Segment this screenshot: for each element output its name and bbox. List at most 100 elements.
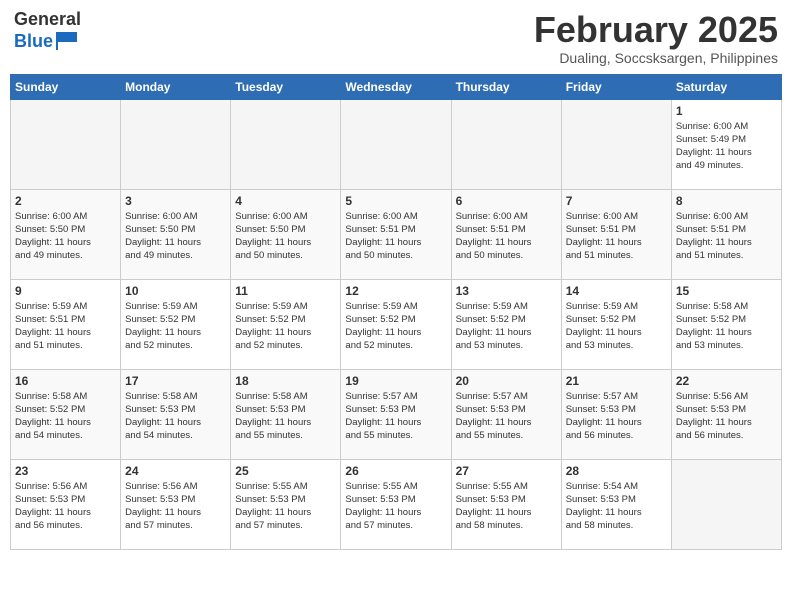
day-cell-4: 4 Sunrise: 6:00 AM Sunset: 5:50 PM Daylig… bbox=[231, 189, 341, 279]
weekday-header-saturday: Saturday bbox=[671, 74, 781, 99]
day-number: 7 bbox=[566, 194, 667, 208]
calendar-week-3: 9 Sunrise: 5:59 AM Sunset: 5:51 PM Daylig… bbox=[11, 279, 782, 369]
day-info: Sunrise: 6:00 AM Sunset: 5:50 PM Dayligh… bbox=[125, 210, 226, 263]
day-number: 20 bbox=[456, 374, 557, 388]
day-number: 13 bbox=[456, 284, 557, 298]
day-info: Sunrise: 5:59 AM Sunset: 5:52 PM Dayligh… bbox=[456, 300, 557, 353]
day-info: Sunrise: 5:57 AM Sunset: 5:53 PM Dayligh… bbox=[566, 390, 667, 443]
day-info: Sunrise: 6:00 AM Sunset: 5:50 PM Dayligh… bbox=[235, 210, 336, 263]
logo: General Blue bbox=[14, 10, 81, 52]
day-number: 12 bbox=[345, 284, 446, 298]
day-number: 9 bbox=[15, 284, 116, 298]
weekday-header-row: SundayMondayTuesdayWednesdayThursdayFrid… bbox=[11, 74, 782, 99]
day-number: 17 bbox=[125, 374, 226, 388]
weekday-header-thursday: Thursday bbox=[451, 74, 561, 99]
day-info: Sunrise: 6:00 AM Sunset: 5:50 PM Dayligh… bbox=[15, 210, 116, 263]
day-info: Sunrise: 5:55 AM Sunset: 5:53 PM Dayligh… bbox=[456, 480, 557, 533]
day-number: 1 bbox=[676, 104, 777, 118]
day-info: Sunrise: 5:58 AM Sunset: 5:52 PM Dayligh… bbox=[676, 300, 777, 353]
day-number: 25 bbox=[235, 464, 336, 478]
day-info: Sunrise: 5:59 AM Sunset: 5:52 PM Dayligh… bbox=[566, 300, 667, 353]
calendar-week-4: 16Sunrise: 5:58 AM Sunset: 5:52 PM Dayli… bbox=[11, 369, 782, 459]
day-cell-1: 1 Sunrise: 6:00 AM Sunset: 5:49 PM Daylig… bbox=[671, 99, 781, 189]
day-info: Sunrise: 6:00 AM Sunset: 5:51 PM Dayligh… bbox=[345, 210, 446, 263]
day-number: 26 bbox=[345, 464, 446, 478]
day-number: 24 bbox=[125, 464, 226, 478]
day-cell-23: 23 Sunrise: 5:56 AM Sunset: 5:53 PM Dayli… bbox=[11, 459, 121, 549]
weekday-header-sunday: Sunday bbox=[11, 74, 121, 99]
day-number: 16 bbox=[15, 374, 116, 388]
day-cell-10: 10Sunrise: 5:59 AM Sunset: 5:52 PM Dayli… bbox=[121, 279, 231, 369]
day-number: 15 bbox=[676, 284, 777, 298]
day-cell-25: 25Sunrise: 5:55 AM Sunset: 5:53 PM Dayli… bbox=[231, 459, 341, 549]
page-header: General Blue February 2025 Dualing, Socc… bbox=[10, 10, 782, 66]
calendar-week-5: 23 Sunrise: 5:56 AM Sunset: 5:53 PM Dayli… bbox=[11, 459, 782, 549]
day-info: Sunrise: 5:56 AM Sunset: 5:53 PM Dayligh… bbox=[676, 390, 777, 443]
empty-cell bbox=[451, 99, 561, 189]
day-cell-12: 12 Sunrise: 5:59 AM Sunset: 5:52 PM Dayli… bbox=[341, 279, 451, 369]
day-cell-24: 24 Sunrise: 5:56 AM Sunset: 5:53 PM Dayli… bbox=[121, 459, 231, 549]
day-cell-16: 16Sunrise: 5:58 AM Sunset: 5:52 PM Dayli… bbox=[11, 369, 121, 459]
day-info: Sunrise: 6:00 AM Sunset: 5:49 PM Dayligh… bbox=[676, 120, 777, 173]
day-cell-21: 21 Sunrise: 5:57 AM Sunset: 5:53 PM Dayli… bbox=[561, 369, 671, 459]
empty-cell bbox=[11, 99, 121, 189]
day-cell-3: 3 Sunrise: 6:00 AM Sunset: 5:50 PM Daylig… bbox=[121, 189, 231, 279]
day-number: 3 bbox=[125, 194, 226, 208]
calendar-table: SundayMondayTuesdayWednesdayThursdayFrid… bbox=[10, 74, 782, 550]
day-number: 28 bbox=[566, 464, 667, 478]
day-cell-5: 5 Sunrise: 6:00 AM Sunset: 5:51 PM Daylig… bbox=[341, 189, 451, 279]
day-number: 27 bbox=[456, 464, 557, 478]
day-number: 23 bbox=[15, 464, 116, 478]
location: Dualing, Soccsksargen, Philippines bbox=[534, 50, 778, 66]
day-cell-18: 18Sunrise: 5:58 AM Sunset: 5:53 PM Dayli… bbox=[231, 369, 341, 459]
day-cell-19: 19Sunrise: 5:57 AM Sunset: 5:53 PM Dayli… bbox=[341, 369, 451, 459]
day-number: 2 bbox=[15, 194, 116, 208]
weekday-header-friday: Friday bbox=[561, 74, 671, 99]
day-info: Sunrise: 5:56 AM Sunset: 5:53 PM Dayligh… bbox=[125, 480, 226, 533]
day-cell-7: 7 Sunrise: 6:00 AM Sunset: 5:51 PM Daylig… bbox=[561, 189, 671, 279]
empty-cell bbox=[231, 99, 341, 189]
day-number: 4 bbox=[235, 194, 336, 208]
logo-general: General bbox=[14, 10, 81, 30]
day-info: Sunrise: 5:59 AM Sunset: 5:52 PM Dayligh… bbox=[345, 300, 446, 353]
day-cell-27: 27 Sunrise: 5:55 AM Sunset: 5:53 PM Dayli… bbox=[451, 459, 561, 549]
day-number: 6 bbox=[456, 194, 557, 208]
day-number: 22 bbox=[676, 374, 777, 388]
weekday-header-monday: Monday bbox=[121, 74, 231, 99]
weekday-header-tuesday: Tuesday bbox=[231, 74, 341, 99]
month-title: February 2025 bbox=[534, 10, 778, 50]
day-number: 5 bbox=[345, 194, 446, 208]
logo-blue: Blue bbox=[14, 32, 53, 50]
day-cell-8: 8Sunrise: 6:00 AM Sunset: 5:51 PM Daylig… bbox=[671, 189, 781, 279]
day-cell-20: 20 Sunrise: 5:57 AM Sunset: 5:53 PM Dayli… bbox=[451, 369, 561, 459]
logo-flag-icon bbox=[55, 30, 81, 52]
day-cell-26: 26Sunrise: 5:55 AM Sunset: 5:53 PM Dayli… bbox=[341, 459, 451, 549]
day-cell-9: 9 Sunrise: 5:59 AM Sunset: 5:51 PM Daylig… bbox=[11, 279, 121, 369]
day-cell-14: 14 Sunrise: 5:59 AM Sunset: 5:52 PM Dayli… bbox=[561, 279, 671, 369]
day-info: Sunrise: 5:56 AM Sunset: 5:53 PM Dayligh… bbox=[15, 480, 116, 533]
empty-cell bbox=[121, 99, 231, 189]
day-info: Sunrise: 5:58 AM Sunset: 5:53 PM Dayligh… bbox=[125, 390, 226, 443]
day-number: 11 bbox=[235, 284, 336, 298]
title-block: February 2025 Dualing, Soccsksargen, Phi… bbox=[534, 10, 778, 66]
empty-cell bbox=[561, 99, 671, 189]
day-cell-15: 15 Sunrise: 5:58 AM Sunset: 5:52 PM Dayli… bbox=[671, 279, 781, 369]
day-info: Sunrise: 5:57 AM Sunset: 5:53 PM Dayligh… bbox=[345, 390, 446, 443]
day-cell-28: 28Sunrise: 5:54 AM Sunset: 5:53 PM Dayli… bbox=[561, 459, 671, 549]
day-info: Sunrise: 5:57 AM Sunset: 5:53 PM Dayligh… bbox=[456, 390, 557, 443]
day-info: Sunrise: 6:00 AM Sunset: 5:51 PM Dayligh… bbox=[456, 210, 557, 263]
weekday-header-wednesday: Wednesday bbox=[341, 74, 451, 99]
day-info: Sunrise: 6:00 AM Sunset: 5:51 PM Dayligh… bbox=[566, 210, 667, 263]
day-info: Sunrise: 5:59 AM Sunset: 5:51 PM Dayligh… bbox=[15, 300, 116, 353]
empty-cell bbox=[341, 99, 451, 189]
day-info: Sunrise: 5:59 AM Sunset: 5:52 PM Dayligh… bbox=[125, 300, 226, 353]
day-number: 14 bbox=[566, 284, 667, 298]
day-number: 21 bbox=[566, 374, 667, 388]
calendar-week-1: 1 Sunrise: 6:00 AM Sunset: 5:49 PM Daylig… bbox=[11, 99, 782, 189]
day-cell-17: 17 Sunrise: 5:58 AM Sunset: 5:53 PM Dayli… bbox=[121, 369, 231, 459]
day-cell-2: 2 Sunrise: 6:00 AM Sunset: 5:50 PM Daylig… bbox=[11, 189, 121, 279]
day-info: Sunrise: 6:00 AM Sunset: 5:51 PM Dayligh… bbox=[676, 210, 777, 263]
day-cell-22: 22 Sunrise: 5:56 AM Sunset: 5:53 PM Dayli… bbox=[671, 369, 781, 459]
day-info: Sunrise: 5:58 AM Sunset: 5:53 PM Dayligh… bbox=[235, 390, 336, 443]
day-cell-6: 6 Sunrise: 6:00 AM Sunset: 5:51 PM Daylig… bbox=[451, 189, 561, 279]
